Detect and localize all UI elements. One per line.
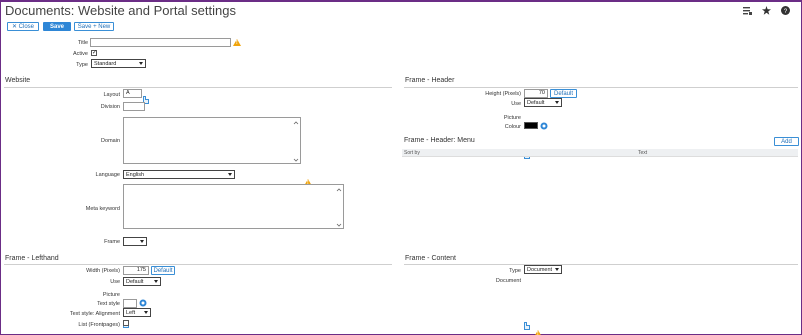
page-title: Documents: Website and Portal settings <box>5 3 236 18</box>
alignment-select-value: Left <box>126 309 136 316</box>
svg-text:?: ? <box>783 7 787 14</box>
header-menu-heading: Frame - Header: Menu <box>404 137 475 144</box>
title-warning-icon: ! <box>233 39 241 46</box>
menu-table-header: Sort by Text <box>402 149 798 157</box>
type-label: Type <box>76 62 88 68</box>
header-frame-heading: Frame - Header <box>405 77 455 84</box>
header-default-button[interactable]: Default <box>550 89 577 98</box>
lefthand-use-select[interactable]: Default <box>123 277 161 286</box>
domain-scrollbar[interactable] <box>293 119 299 162</box>
height-input[interactable]: 70 <box>524 89 548 98</box>
help-icon[interactable]: ? <box>780 5 790 15</box>
header-use-select-value: Default <box>527 99 545 106</box>
meta-keyword-textarea[interactable] <box>123 184 344 229</box>
frame-select[interactable] <box>123 237 147 246</box>
content-type-label: Type <box>509 268 521 274</box>
content-divider <box>404 264 798 265</box>
layout-input[interactable]: A <box>123 89 142 98</box>
content-type-select[interactable]: Document <box>524 265 562 274</box>
header-frame-divider <box>404 87 798 88</box>
text-style-input[interactable] <box>123 299 137 308</box>
add-button[interactable]: Add <box>774 137 799 146</box>
division-label: Division <box>100 104 120 110</box>
chevron-down-icon <box>228 173 232 176</box>
division-input[interactable] <box>123 102 145 111</box>
close-button[interactable]: ✕ Close <box>7 22 39 31</box>
width-label: Width (Pixels) <box>86 268 120 274</box>
chevron-down-icon <box>555 101 559 104</box>
document-warning-icon: ! <box>534 330 542 335</box>
lefthand-divider <box>4 264 392 265</box>
header-use-label: Use <box>511 101 521 107</box>
document-browse-icon[interactable] <box>524 322 530 330</box>
list-icon[interactable] <box>742 5 752 15</box>
meta-keyword-scrollbar[interactable] <box>336 186 342 227</box>
language-select[interactable]: English <box>123 170 235 179</box>
colour-swatch[interactable] <box>524 122 538 129</box>
chevron-down-icon <box>139 62 143 65</box>
save-button[interactable]: Save <box>43 22 71 31</box>
list-frontpages-label: List (Frontpages) <box>78 322 120 328</box>
title-input[interactable] <box>90 38 231 47</box>
meta-keyword-label: Meta keyword <box>85 206 120 212</box>
domain-textarea[interactable] <box>123 117 301 164</box>
chevron-down-icon <box>140 240 144 243</box>
colour-picker-icon[interactable] <box>540 122 548 132</box>
width-input[interactable]: 175 <box>123 266 149 275</box>
lefthand-default-button[interactable]: Default <box>151 266 175 275</box>
website-heading: Website <box>5 77 31 84</box>
domain-label: Domain <box>101 138 120 144</box>
alignment-select[interactable]: Left <box>123 308 151 317</box>
height-label: Height (Pixels) <box>485 91 521 97</box>
sort-by-column-header[interactable]: Sort by <box>404 150 420 156</box>
language-label: Language <box>95 172 120 178</box>
document-label: Document <box>495 278 521 284</box>
lefthand-use-select-value: Default <box>126 278 144 285</box>
top-icons: ? <box>742 5 790 15</box>
active-label: Active <box>73 51 88 57</box>
warning-mark: ! <box>537 331 539 335</box>
lefthand-heading: Frame - Lefthand <box>5 255 59 262</box>
content-heading: Frame - Content <box>405 255 456 262</box>
colour-label: Colour <box>504 124 521 130</box>
chevron-down-icon <box>154 280 158 283</box>
title-label: Title <box>77 40 88 46</box>
active-checkbox[interactable]: ✓ <box>91 50 97 56</box>
content-type-select-value: Document <box>527 266 553 273</box>
type-select[interactable]: Standard <box>91 59 146 68</box>
lefthand-picture-label: Picture <box>102 292 120 298</box>
star-icon[interactable] <box>761 5 771 15</box>
header-use-select[interactable]: Default <box>524 98 562 107</box>
language-select-value: English <box>126 171 145 178</box>
type-select-value: Standard <box>94 60 117 67</box>
text-column-header[interactable]: Text <box>638 150 647 156</box>
chevron-down-icon <box>144 311 148 314</box>
save-new-button[interactable]: Save + New <box>74 22 114 31</box>
layout-label: Layout <box>103 92 120 98</box>
header-picture-label: Picture <box>503 115 521 121</box>
list-frontpages-checkbox[interactable] <box>123 320 129 326</box>
frame-label: Frame <box>104 239 120 245</box>
warning-mark: ! <box>236 40 238 46</box>
text-style-label: Text style <box>97 301 120 307</box>
lefthand-use-label: Use <box>110 279 120 285</box>
window-frame <box>0 0 802 335</box>
website-divider <box>4 87 392 88</box>
chevron-down-icon <box>555 268 559 271</box>
alignment-label: Text style: Alignment <box>69 311 120 317</box>
